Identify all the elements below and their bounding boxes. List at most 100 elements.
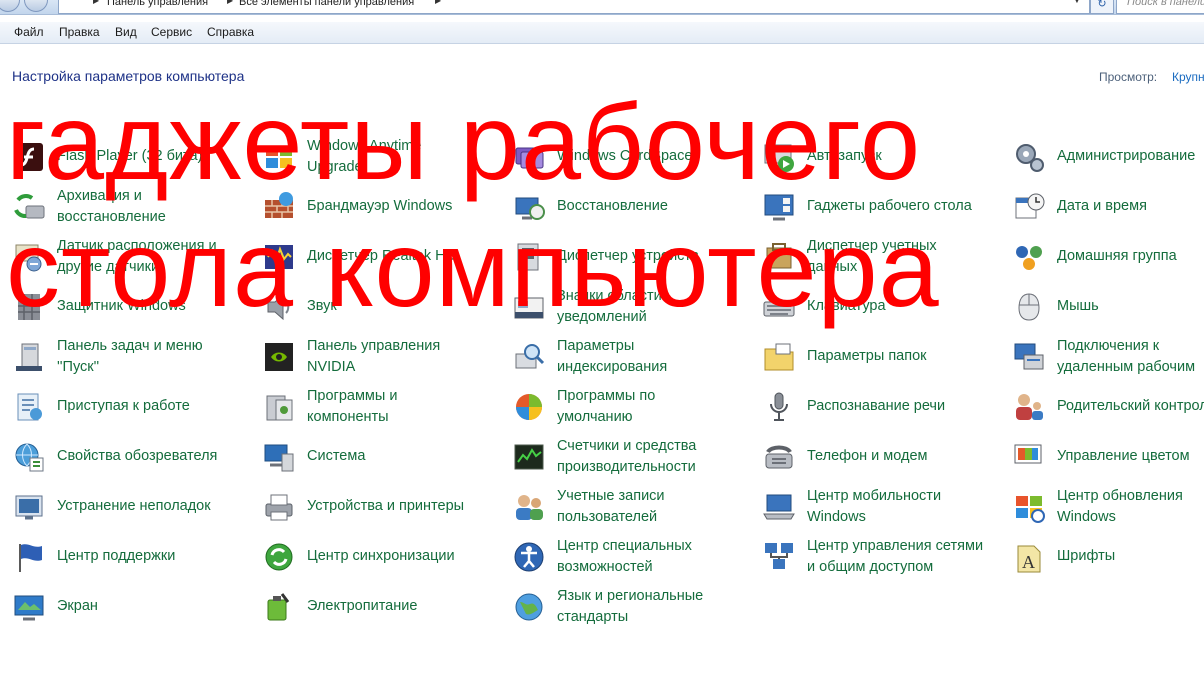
panel-item-label: и общим доступом [807,559,934,575]
menu-tools[interactable]: Сервис [151,25,192,39]
mobility-center-icon [762,490,796,524]
overlay-title-line1: гаджеты рабочего [6,81,922,202]
panel-item[interactable]: Программы по умолчанию [512,386,752,430]
panel-item-label: индексирования [557,359,668,375]
panel-item[interactable]: Электропитание [262,586,502,630]
panel-item-label: Язык и региональные [557,588,704,604]
panel-item[interactable]: Счетчики и средства производительности [512,436,752,480]
menu-edit[interactable]: Правка [59,25,100,39]
panel-item[interactable]: Родительский контроль [1012,386,1204,430]
menu-bar: Файл Правка Вид Сервис Справка [0,22,1204,44]
forward-button[interactable] [24,0,48,12]
panel-item[interactable]: Программы и компоненты [262,386,502,430]
refresh-icon: ↻ [1097,0,1107,10]
programs-icon [262,390,296,424]
panel-item-label: Родительский контроль [1057,398,1204,414]
panel-item[interactable]: Устройства и принтеры [262,486,502,530]
panel-item-label: Устройства и принтеры [307,498,465,514]
parental-controls-icon [1012,390,1046,424]
breadcrumb-arrow-icon[interactable]: ▶ [435,0,441,5]
panel-item-label: умолчанию [557,409,633,425]
microphone-icon [762,390,796,424]
power-icon [262,590,296,624]
panel-item[interactable]: Учетные записи пользователей [512,486,752,530]
panel-item[interactable]: Управление цветом [1012,436,1204,480]
panel-item-label: Центр управления сетями [807,538,984,554]
menu-view[interactable]: Вид [115,25,137,39]
panel-item-label: Центр обновления [1057,488,1183,504]
color-management-icon [1012,440,1046,474]
default-programs-icon [512,390,546,424]
panel-item-label: Счетчики и средства [557,438,697,454]
svg-text:A: A [1022,552,1035,572]
sync-icon [262,540,296,574]
menu-file[interactable]: Файл [14,25,44,39]
panel-item[interactable]: Центр управления сетями и общим доступом [762,536,1002,580]
accessibility-icon [512,540,546,574]
panel-item-label: Система [307,448,366,464]
panel-item-label: Windows [1057,509,1116,525]
panel-item[interactable]: Распознавание речи [762,386,1002,430]
panel-item[interactable]: Центр мобильности Windows [762,486,1002,530]
panel-item[interactable]: Дата и время [1012,186,1204,230]
panel-item-label: ''Пуск'' [57,359,100,375]
panel-item-label: Панель задач и меню [57,338,203,354]
region-globe-icon [512,590,546,624]
search-input[interactable]: Поиск в панели [1116,0,1204,14]
troubleshoot-icon [12,490,46,524]
overlay-title-line2: стола компьютера [6,208,940,329]
panel-item-label: Программы по [557,388,656,404]
system-icon [262,440,296,474]
panel-item[interactable]: Параметры папок [762,336,1002,380]
panel-item[interactable]: Телефон и модем [762,436,1002,480]
panel-item-label: Программы и [307,388,398,404]
panel-item[interactable]: Параметры индексирования [512,336,752,380]
homegroup-icon [1012,240,1046,274]
panel-item-label: Распознавание речи [807,398,946,414]
breadcrumb-arrow-icon[interactable]: ▶ [93,0,99,5]
panel-item-label: стандарты [557,609,629,625]
panel-item[interactable]: Подключения к удаленным рабочим [1012,336,1204,380]
panel-item-label: Параметры [557,338,635,354]
panel-item[interactable]: Центр специальных возможностей [512,536,752,580]
address-bar: ▶ Панель управления ▶ Все элементы панел… [0,0,1204,15]
view-label: Просмотр: [1099,70,1158,84]
date-time-icon [1012,190,1046,224]
breadcrumb-control-panel[interactable]: Панель управления [107,0,208,8]
panel-item[interactable]: Администрирование [1012,136,1204,180]
back-button[interactable] [0,0,20,12]
panel-item[interactable]: Панель управления NVIDIA [262,336,502,380]
panel-item[interactable]: Мышь [1012,286,1204,330]
panel-item[interactable]: Устранение неполадок [12,486,252,530]
panel-item[interactable]: Центр поддержки [12,536,252,580]
panel-item[interactable]: Свойства обозревателя [12,436,252,480]
panel-item[interactable]: Язык и региональные стандарты [512,586,752,630]
panel-item-label: Свойства обозревателя [57,448,218,464]
panel-item[interactable]: A Шрифты [1012,536,1204,580]
breadcrumb[interactable]: ▶ Панель управления ▶ Все элементы панел… [58,0,1090,14]
menu-help[interactable]: Справка [207,25,254,39]
panel-item-label: пользователей [557,509,658,525]
panel-item[interactable]: Панель задач и меню ''Пуск'' [12,336,252,380]
admin-tools-icon [1012,140,1046,174]
performance-icon [512,440,546,474]
dropdown-arrow-icon[interactable]: ▼ [1073,0,1081,5]
panel-item[interactable]: Центр синхронизации [262,536,502,580]
breadcrumb-arrow-icon[interactable]: ▶ [227,0,233,5]
refresh-button[interactable]: ↻ [1090,0,1114,14]
panel-item-label: Шрифты [1057,548,1116,564]
panel-item[interactable]: Экран [12,586,252,630]
view-mode-link[interactable]: Крупные значки [1172,70,1204,84]
panel-item[interactable]: Система [262,436,502,480]
panel-item-label: Домашняя группа [1057,248,1177,264]
panel-item[interactable]: Приступая к работе [12,386,252,430]
panel-item[interactable]: Центр обновления Windows [1012,486,1204,530]
taskbar-icon [12,340,46,374]
breadcrumb-all-items[interactable]: Все элементы панели управления [239,0,414,8]
panel-item-label: Управление цветом [1057,448,1190,464]
action-center-flag-icon [12,540,46,574]
search-placeholder: Поиск в панели [1127,0,1204,8]
panel-item[interactable]: Домашняя группа [1012,236,1204,280]
remote-desktop-icon [1012,340,1046,374]
panel-item-label: Центр синхронизации [307,548,455,564]
